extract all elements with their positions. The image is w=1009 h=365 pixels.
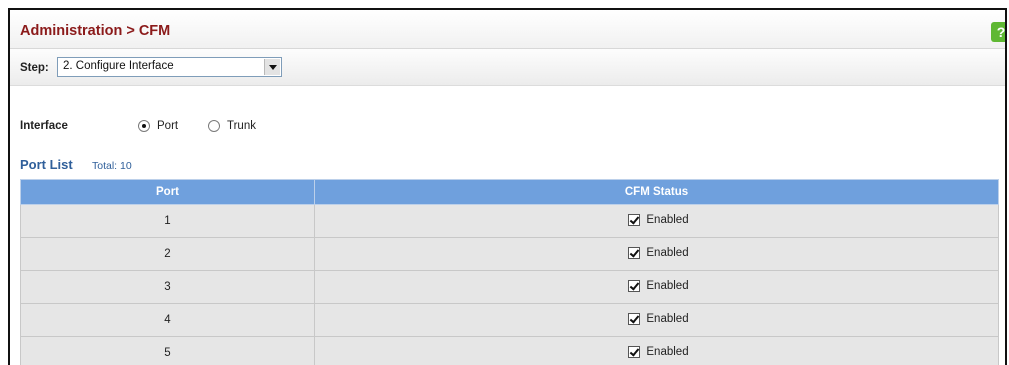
trunk-radio[interactable] [208, 120, 220, 132]
page-title: Administration > CFM [20, 23, 171, 39]
step-select[interactable]: 2. Configure Interface [57, 57, 282, 77]
cfm-enabled-checkbox[interactable] [628, 279, 641, 292]
status-label: Enabled [646, 213, 689, 226]
column-header-cfm-status: CFM Status [314, 179, 999, 205]
port-cell: 2 [20, 237, 315, 271]
interface-label: Interface [20, 120, 68, 132]
cfm-enabled-checkbox[interactable] [628, 345, 641, 358]
table-header-row: Port CFM Status [20, 179, 999, 205]
port-cell: 4 [20, 303, 315, 337]
table-row: 3 Enabled [20, 270, 999, 304]
table-row: 2 Enabled [20, 237, 999, 271]
step-row: Step: 2. Configure Interface [10, 49, 1005, 86]
port-radio[interactable] [138, 120, 150, 132]
status-cell: Enabled [314, 336, 999, 365]
port-list-total: Total: 10 [92, 160, 132, 172]
status-label: Enabled [646, 312, 689, 325]
status-label: Enabled [646, 246, 689, 259]
status-cell: Enabled [314, 204, 999, 238]
port-radio-label[interactable]: Port [157, 120, 178, 132]
cfm-enabled-checkbox[interactable] [628, 246, 641, 259]
port-list-title: Port List [20, 157, 73, 172]
cfm-enabled-checkbox[interactable] [628, 312, 641, 325]
cfm-panel: Administration > CFM ? Step: 2. Configur… [8, 8, 1007, 365]
status-label: Enabled [646, 279, 689, 292]
title-bar: Administration > CFM ? [10, 10, 1005, 49]
status-label: Enabled [646, 345, 689, 358]
chevron-down-icon[interactable] [264, 59, 280, 75]
step-select-value: 2. Configure Interface [63, 60, 174, 72]
table-row: 5 Enabled [20, 336, 999, 365]
status-cell: Enabled [314, 237, 999, 271]
table-row: 1 Enabled [20, 204, 999, 238]
cfm-enabled-checkbox[interactable] [628, 213, 641, 226]
table-row: 4 Enabled [20, 303, 999, 337]
step-label: Step: [20, 62, 49, 74]
status-cell: Enabled [314, 303, 999, 337]
help-icon[interactable]: ? [991, 22, 1005, 42]
port-table: Port CFM Status 1 Enabled 2 Enabled 3 En… [20, 179, 999, 365]
status-cell: Enabled [314, 270, 999, 304]
port-cell: 3 [20, 270, 315, 304]
column-header-port: Port [20, 179, 315, 205]
trunk-radio-label[interactable]: Trunk [227, 120, 256, 132]
port-cell: 5 [20, 336, 315, 365]
port-cell: 1 [20, 204, 315, 238]
